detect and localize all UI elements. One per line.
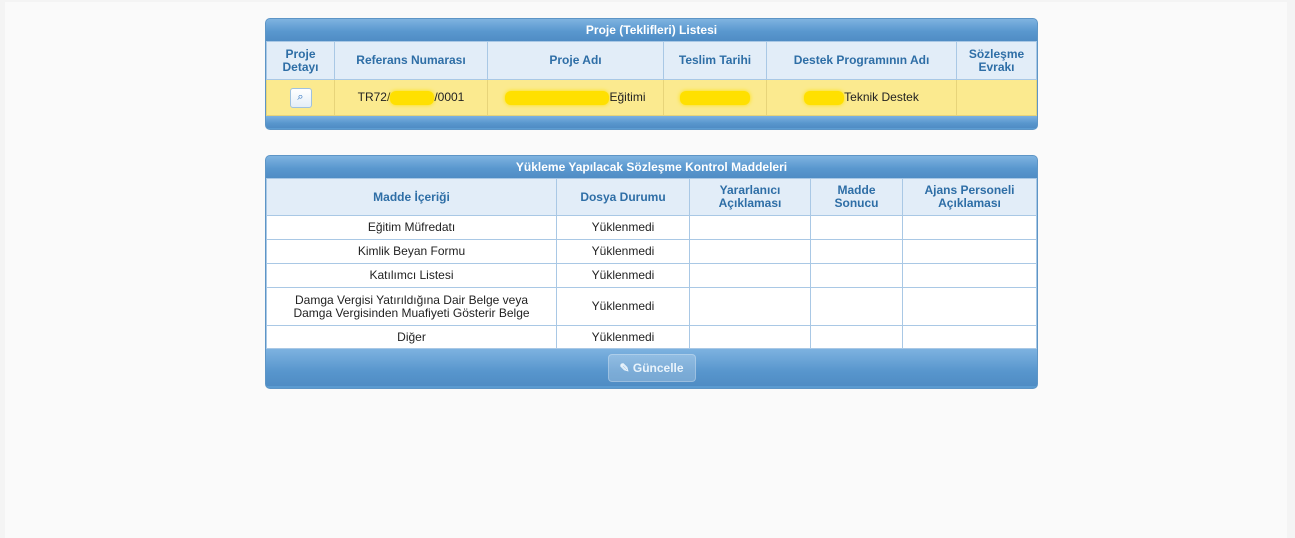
item-line: Damga Vergisinden Muafiyeti Gösterir Bel… (293, 305, 530, 320)
header-item: Madde İçeriği (266, 178, 557, 216)
item-cell: Katılımcı Listesi (266, 263, 557, 288)
reference-prefix: TR72/ (357, 89, 391, 104)
agency-note-cell (902, 239, 1037, 264)
project-list-table: Proje Detayı Referans Numarası Proje Adı… (266, 41, 1037, 116)
redaction-mark (390, 90, 435, 105)
checklist-table: Madde İçeriği Dosya Durumu Yararlanıcı A… (266, 178, 1037, 349)
status-cell: Yüklenmedi (556, 325, 690, 349)
header-program-name: Destek Programının Adı (766, 41, 957, 80)
agency-note-cell (902, 215, 1037, 240)
item-result-cell (810, 215, 903, 240)
project-list-title: Proje (Teklifleri) Listesi (266, 19, 1037, 41)
delivery-date-cell (663, 79, 767, 116)
table-row: Katılımcı Listesi Yüklenmedi (266, 263, 1037, 288)
contract-docs-cell (956, 79, 1037, 116)
header-contract-docs: Sözleşme Evrakı (956, 41, 1037, 80)
header-agency-note: Ajans Personeli Açıklaması (902, 178, 1037, 216)
header-reference: Referans Numarası (334, 41, 488, 80)
agency-note-cell (902, 325, 1037, 349)
header-file-status: Dosya Durumu (556, 178, 690, 216)
header-beneficiary-note: Yararlanıcı Açıklaması (689, 178, 811, 216)
status-cell: Yüklenmedi (556, 239, 690, 264)
project-name-cell: Eğitimi (487, 79, 664, 116)
agency-note-cell (902, 263, 1037, 288)
update-button[interactable]: ✎ Güncelle (607, 354, 696, 382)
item-result-cell (810, 239, 903, 264)
beneficiary-note-cell (689, 325, 811, 349)
item-result-cell (810, 287, 903, 326)
header-delivery-date: Teslim Tarihi (663, 41, 767, 80)
reference-suffix: /0001 (434, 89, 465, 104)
checklist-footer: ✎ Güncelle (266, 349, 1037, 386)
reference-cell: TR72/ /0001 (334, 79, 488, 116)
beneficiary-note-cell (689, 287, 811, 326)
item-cell: Damga Vergisi Yatırıldığına Dair Belge v… (266, 287, 557, 326)
update-button-label: Güncelle (632, 361, 684, 375)
project-row: ⌕ TR72/ /0001 Eğitimi Teknik Destek (266, 79, 1037, 116)
status-cell: Yüklenmedi (556, 263, 690, 288)
redaction-mark (680, 90, 750, 105)
project-name-suffix: Eğitimi (609, 89, 646, 104)
item-cell: Kimlik Beyan Formu (266, 239, 557, 264)
item-cell: Diğer (266, 325, 557, 349)
header-item-result: Madde Sonucu (810, 178, 903, 216)
program-name-cell: Teknik Destek (766, 79, 957, 116)
table-row: Kimlik Beyan Formu Yüklenmedi (266, 239, 1037, 264)
program-name-suffix: Teknik Destek (844, 89, 919, 104)
beneficiary-note-cell (689, 239, 811, 264)
project-list-panel: Proje (Teklifleri) Listesi Proje Detayı … (265, 18, 1038, 130)
redaction-mark (505, 90, 610, 105)
table-row: Damga Vergisi Yatırıldığına Dair Belge v… (266, 287, 1037, 326)
project-detail-cell: ⌕ (266, 79, 335, 116)
item-result-cell (810, 263, 903, 288)
status-cell: Yüklenmedi (556, 215, 690, 240)
header-project-name: Proje Adı (487, 41, 664, 80)
redaction-mark (804, 90, 845, 105)
checklist-title: Yükleme Yapılacak Sözleşme Kontrol Madde… (266, 156, 1037, 178)
item-result-cell (810, 325, 903, 349)
item-cell: Eğitim Müfredatı (266, 215, 557, 240)
item-line: Damga Vergisi Yatırıldığına Dair Belge v… (294, 292, 528, 307)
beneficiary-note-cell (689, 263, 811, 288)
beneficiary-note-cell (689, 215, 811, 240)
status-cell: Yüklenmedi (556, 287, 690, 326)
header-detail: Proje Detayı (266, 41, 335, 80)
pencil-icon: ✎ (619, 361, 630, 375)
project-list-footer (266, 116, 1037, 128)
table-row: Eğitim Müfredatı Yüklenmedi (266, 215, 1037, 240)
checklist-header-row: Madde İçeriği Dosya Durumu Yararlanıcı A… (266, 178, 1037, 216)
table-row: Diğer Yüklenmedi (266, 325, 1037, 349)
search-icon[interactable]: ⌕ (289, 87, 312, 108)
project-list-header-row: Proje Detayı Referans Numarası Proje Adı… (266, 41, 1037, 80)
checklist-panel: Yükleme Yapılacak Sözleşme Kontrol Madde… (265, 155, 1038, 389)
agency-note-cell (902, 287, 1037, 326)
